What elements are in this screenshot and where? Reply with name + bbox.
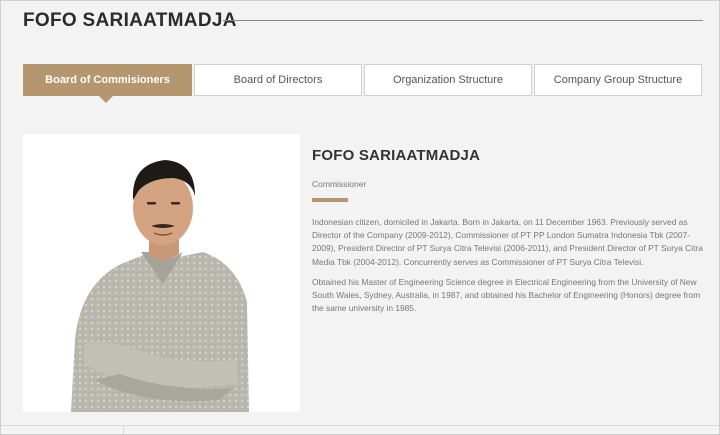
- tab-organization-structure[interactable]: Organization Structure: [364, 64, 532, 96]
- footer-divider: [1, 425, 719, 426]
- title-divider: [223, 20, 703, 21]
- portrait-illustration: [23, 134, 300, 412]
- tab-bar: Board of Commisioners Board of Directors…: [23, 64, 703, 103]
- profile-role: Commissioner: [312, 179, 367, 189]
- bio-paragraph: Obtained his Master of Engineering Scien…: [312, 276, 701, 314]
- page-title: FOFO SARIAATMADJA: [23, 10, 237, 31]
- accent-divider: [312, 198, 348, 202]
- tab-board-of-directors[interactable]: Board of Directors: [194, 64, 362, 96]
- tab-company-group-structure[interactable]: Company Group Structure: [534, 64, 702, 96]
- page-header: FOFO SARIAATMADJA: [23, 8, 703, 34]
- profile-photo: [23, 134, 300, 412]
- page-frame: FOFO SARIAATMADJA Board of Commisioners …: [0, 0, 720, 435]
- profile-details: FOFO SARIAATMADJA Commissioner Indonesia…: [312, 147, 704, 322]
- tab-board-of-commissioners[interactable]: Board of Commisioners: [23, 64, 192, 96]
- profile-bio: Indonesian citizen, domiciled in Jakarta…: [312, 216, 704, 315]
- bio-paragraph: Indonesian citizen, domiciled in Jakarta…: [312, 217, 703, 267]
- active-tab-pointer: [99, 96, 113, 103]
- footer-divider-tick: [123, 425, 124, 435]
- profile-name: FOFO SARIAATMADJA: [312, 147, 481, 164]
